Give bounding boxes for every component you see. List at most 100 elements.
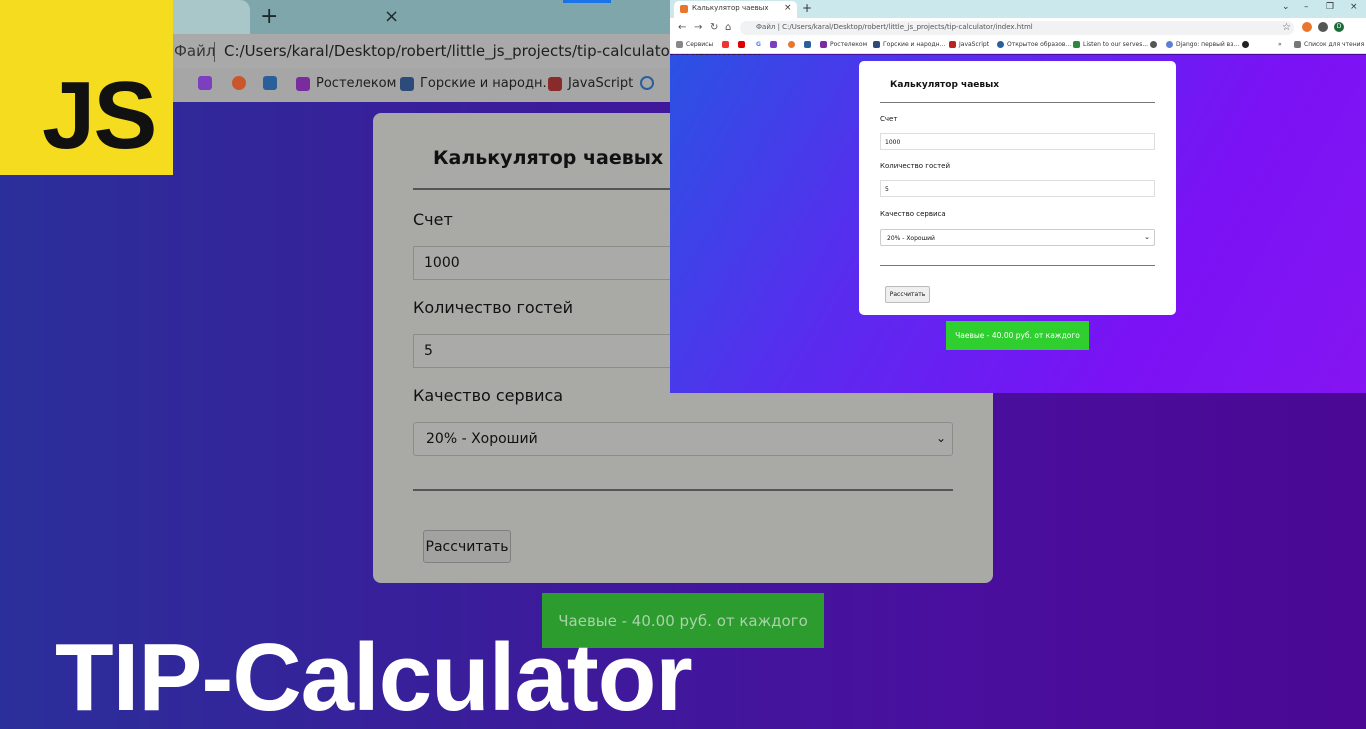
bg-tab-indicator [563,0,611,3]
tab-title: Калькулятор чаевых [692,4,769,12]
bookmark-label: Горские и народн... [420,76,555,91]
headline: TIP-Calculator [55,624,693,729]
bookmark-gorskie[interactable]: Горские и народн... [400,76,555,91]
file-scheme-label: Файл [174,42,216,60]
extension-icon[interactable] [1302,22,1312,32]
grid-icon [400,76,414,91]
address-separator [214,42,215,62]
django-icon [1166,41,1173,48]
favicon-icon [680,5,688,13]
github-icon[interactable] [1242,41,1249,48]
openedu-icon [997,41,1004,48]
home-icon[interactable]: ⌂ [725,22,731,33]
bookmark-label: Горские и народн... [883,41,946,48]
bg-active-tab[interactable]: × [160,0,399,34]
guests-label: Количество гостей [880,162,951,170]
card-title: Калькулятор чаевых [433,147,664,169]
service-select[interactable]: 20% - Хороший ⌄ [880,229,1155,246]
active-tab[interactable]: Калькулятор чаевых × [674,1,797,18]
bookmark-listen[interactable]: Listen to our serves... [1073,41,1148,48]
service-label: Качество сервиса [880,210,946,218]
minimize-icon[interactable]: – [1304,2,1309,12]
bookmark-rostelecom[interactable]: Ростелеком [820,41,867,48]
puzzle-icon[interactable] [1318,22,1328,32]
close-icon[interactable]: × [384,6,399,27]
restore-icon[interactable]: ❐ [1326,2,1334,12]
loading-icon [640,76,654,90]
calculator-card: Калькулятор чаевых Счет 1000 Количество … [859,61,1176,315]
divider [880,102,1155,103]
card-title: Калькулятор чаевых [890,80,1000,90]
star-icon[interactable]: ☆ [1282,22,1291,33]
youtube-icon[interactable] [738,41,745,48]
reload-icon[interactable]: ↻ [710,22,718,33]
bill-label: Счет [880,115,898,123]
service-select[interactable]: 20% - Хороший ⌄ [413,422,953,456]
address-bar[interactable]: Файл | C:/Users/karal/Desktop/robert/lit… [740,21,1294,35]
bookmark-label: Listen to our serves... [1083,41,1149,48]
bookmark-icon[interactable] [232,76,246,90]
tip-result: Чаевые - 40.00 руб. от каждого [946,321,1089,350]
guests-input[interactable]: 5 [880,180,1155,197]
profile-avatar[interactable]: D [1334,22,1344,32]
bookmark-icon-1[interactable] [722,41,729,48]
bookmark-label: Ростелеком [316,76,397,91]
chevron-down-icon: ⌄ [1144,233,1150,241]
bookmark-openedu[interactable]: Открытое образов... [997,41,1071,48]
bookmark-label: Django: первый вз... [1176,41,1240,48]
reading-list-icon [1294,41,1301,48]
close-icon[interactable]: × [784,3,792,13]
chevron-down-icon[interactable]: ⌄ [1282,2,1290,12]
javascript-icon [949,41,956,48]
bookmark-label: Открытое образов... [1007,41,1072,48]
twitch-icon[interactable] [770,41,777,48]
bookmark-label: Ростелеком [830,41,868,48]
bookmark-label: Сервисы [686,41,714,48]
url-text[interactable]: Файл | C:/Users/karal/Desktop/robert/lit… [756,23,1033,31]
reading-list-label: Список для чтения [1304,41,1365,48]
bookmark-icon-2[interactable] [788,41,795,48]
bookmark-django[interactable]: Django: первый вз... [1166,41,1239,48]
rostelecom-icon [296,76,310,91]
rostelecom-icon [820,41,827,48]
url-value: C:/Users/karal/Desktop/robert/little_js_… [782,23,1033,31]
forward-icon[interactable]: → [694,22,702,33]
bill-input[interactable]: 1000 [880,133,1155,150]
calculate-button[interactable]: Рассчитать [885,286,930,303]
foreground-browser-window: Калькулятор чаевых × + ⌄ – ❐ × ← → ↻ ⌂ Ф… [670,0,1366,393]
js-logo: JS [0,0,173,175]
bookmark-gorskie[interactable]: Горские и народн... [873,41,945,48]
reading-list[interactable]: Список для чтения [1294,41,1364,48]
bookmark-rostelecom[interactable]: Ростелеком [296,76,396,91]
listen-icon [1073,41,1080,48]
grid-icon [873,41,880,48]
divider [880,265,1155,266]
service-label: Качество сервиса [413,386,564,405]
divider [413,489,953,491]
google-icon[interactable]: G [756,41,761,48]
javascript-icon [548,76,562,91]
bill-label: Счет [413,210,453,229]
window-close-icon[interactable]: × [1350,2,1358,12]
bookmark-label: JavaScript [959,41,990,48]
bookmark-apps[interactable]: Сервисы [676,41,713,48]
new-tab-icon[interactable]: + [260,4,278,29]
back-icon[interactable]: ← [678,22,686,33]
apps-grid-icon [676,41,683,48]
service-selected-value: 20% - Хороший [426,431,538,447]
more-bookmarks-icon[interactable]: » [1278,41,1282,48]
calculate-button[interactable]: Рассчитать [423,530,511,563]
js-logo-text: JS [42,62,157,169]
bookmark-javascript[interactable]: JavaScript [949,41,989,48]
service-selected-value: 20% - Хороший [887,235,935,242]
chevron-down-icon: ⌄ [935,431,946,445]
bookmark-javascript[interactable]: JavaScript [548,76,633,91]
guests-label: Количество гостей [413,298,574,317]
mail-icon[interactable] [804,41,811,48]
file-scheme-label: Файл [756,23,776,31]
mail-icon[interactable] [263,76,277,90]
twitch-icon[interactable] [198,76,212,90]
settings-bookmark[interactable] [1150,41,1157,48]
bookmark-label: JavaScript [568,76,634,91]
new-tab-icon[interactable]: + [802,1,812,15]
